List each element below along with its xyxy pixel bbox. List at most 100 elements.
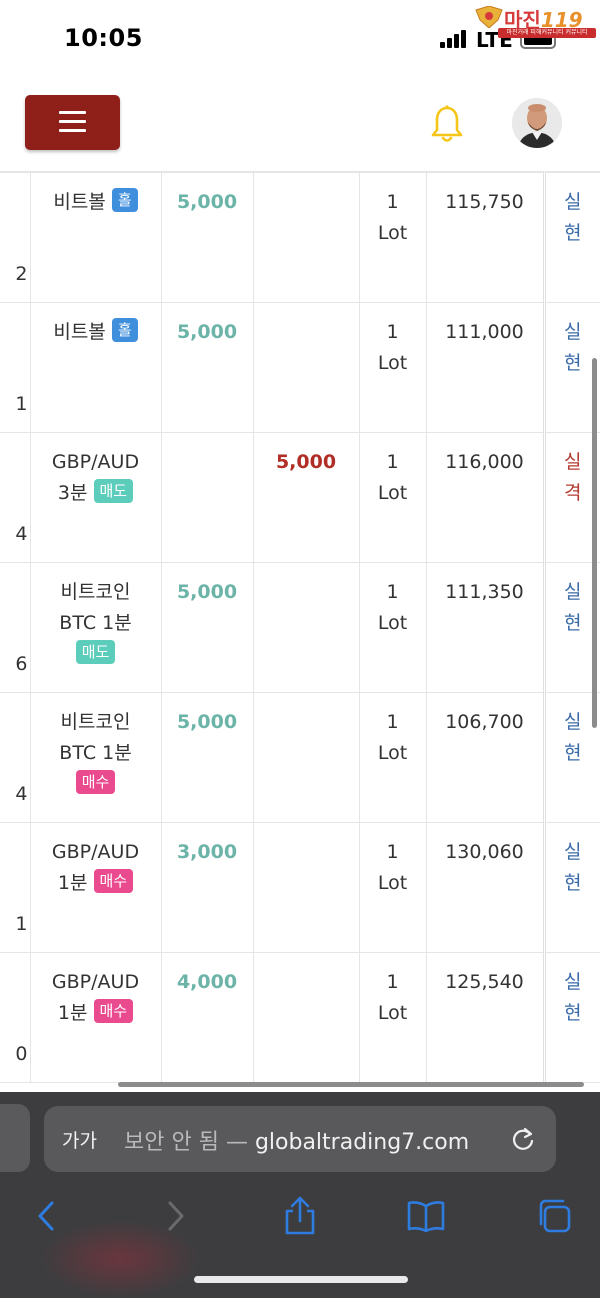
profit-cell: 5,000 <box>160 692 254 823</box>
loss-cell <box>252 952 360 1083</box>
trade-type-badge: 매수 <box>93 999 134 1023</box>
product-cell: GBP/AUD 1분 매수 <box>29 822 162 953</box>
loss-cell <box>252 822 360 953</box>
quantity-unit: Lot <box>377 1002 408 1024</box>
product-name: 비트코인 <box>60 581 131 603</box>
vertical-scrollbar[interactable] <box>592 358 597 728</box>
trade-id-tail: 4 <box>15 523 28 545</box>
trade-id-tail: 1 <box>15 913 28 935</box>
watermark-subtitle: 마진거래 피해커뮤니티 커뮤니티 <box>498 28 596 38</box>
price-cell: 125,540 <box>425 952 546 1083</box>
user-avatar-icon <box>512 98 562 148</box>
profit-amount: 5,000 <box>176 581 238 603</box>
quantity-unit: Lot <box>377 482 408 504</box>
entry-price: 106,700 <box>445 711 524 733</box>
profit-cell: 5,000 <box>160 562 254 693</box>
menu-button[interactable] <box>25 95 120 150</box>
result-status: 실 <box>564 191 582 213</box>
avatar[interactable] <box>512 98 562 148</box>
profit-cell: 4,000 <box>160 952 254 1083</box>
security-label: 보안 안 됨 <box>124 1130 219 1155</box>
product-cell: 비트코인 BTC 1분매도 <box>29 562 162 693</box>
profit-amount: 4,000 <box>176 971 238 993</box>
profit-amount: 3,000 <box>176 841 238 863</box>
quantity-cell: 1 Lot <box>358 952 427 1083</box>
background-blur <box>40 1220 200 1298</box>
horizontal-scrollbar[interactable] <box>118 1082 584 1087</box>
trade-id-cell: 2 <box>0 172 31 303</box>
reload-icon[interactable] <box>510 1126 536 1152</box>
product-duration: BTC 1분 <box>59 742 132 764</box>
product-name: 비트볼 <box>53 321 106 343</box>
result-status-2: 현 <box>564 872 582 894</box>
bell-icon[interactable] <box>430 104 464 144</box>
loss-cell <box>252 692 360 823</box>
hamburger-icon <box>59 111 86 114</box>
loss-cell <box>252 562 360 693</box>
product-name: GBP/AUD <box>51 451 140 473</box>
price-cell: 116,000 <box>425 432 546 563</box>
trade-type-badge: 매도 <box>75 640 116 664</box>
address-bar[interactable]: 가가 보안 안 됨 — globaltrading7.com <box>44 1106 556 1172</box>
product-cell: 비트볼 홀 <box>29 172 162 303</box>
result-cell: 실현 <box>543 172 600 303</box>
home-indicator[interactable] <box>194 1276 408 1283</box>
trade-id-tail: 4 <box>15 783 28 805</box>
quantity-unit: Lot <box>377 742 408 764</box>
product-cell: 비트코인 BTC 1분 매수 <box>29 692 162 823</box>
trade-id-cell: 4 <box>0 432 31 563</box>
table-row: 4 비트코인 BTC 1분 매수 5,000 1 Lot 106,700 실 현 <box>0 692 600 823</box>
hamburger-icon-bar <box>59 120 86 123</box>
trade-id-cell: 0 <box>0 952 31 1083</box>
result-status: 실 <box>564 321 582 343</box>
result-cell: 실현 <box>543 952 600 1083</box>
profit-cell: 5,000 <box>160 172 254 303</box>
trade-id-tail: 0 <box>15 1043 28 1065</box>
table-row: 4 GBP/AUD 3분 매도 5,000 1 Lot 116,000 실 격 <box>0 432 600 563</box>
quantity: 1 <box>386 321 399 343</box>
entry-price: 111,000 <box>445 321 524 343</box>
quantity-cell: 1 Lot <box>358 822 427 953</box>
url-separator: — <box>225 1130 248 1155</box>
product-duration: 1분 <box>57 872 88 894</box>
product-duration: 1분 <box>57 1002 88 1024</box>
tabs-icon[interactable] <box>534 1196 574 1236</box>
watermark-logo: 마진119 마진거래 피해커뮤니티 커뮤니티 <box>474 4 596 38</box>
trade-id-cell: 1 <box>0 822 31 953</box>
quantity-cell: 1 Lot <box>358 432 427 563</box>
quantity-cell: 1 Lot <box>358 692 427 823</box>
trade-type-badge: 매도 <box>93 479 134 503</box>
result-status: 실 <box>564 841 582 863</box>
profit-cell: 3,000 <box>160 822 254 953</box>
trade-type-badge: 홀 <box>111 188 138 212</box>
trade-id-cell: 4 <box>0 692 31 823</box>
quantity-cell: 1 Lot <box>358 172 427 303</box>
table-row: 1 비트볼 홀 5,000 1 Lot 111,000 실 현 <box>0 302 600 433</box>
bookmarks-icon[interactable] <box>406 1196 446 1236</box>
trade-id-cell: 1 <box>0 302 31 433</box>
share-icon[interactable] <box>280 1196 320 1236</box>
product-cell: GBP/AUD 3분 매도 <box>29 432 162 563</box>
previous-tab-preview[interactable] <box>0 1104 30 1172</box>
quantity-unit: Lot <box>377 872 408 894</box>
quantity-unit: Lot <box>377 352 408 374</box>
table-row: 1 GBP/AUD 1분 매수 3,000 1 Lot 130,060 실 현 <box>0 822 600 953</box>
quantity-unit: Lot <box>377 222 408 244</box>
signal-icon <box>440 30 468 48</box>
url-domain: globaltrading7.com <box>254 1130 470 1155</box>
quantity: 1 <box>386 841 399 863</box>
watermark-emblem-icon <box>475 6 503 28</box>
price-cell: 111,350 <box>425 562 546 693</box>
trade-id-cell: 6 <box>0 562 31 693</box>
text-size-button[interactable]: 가가 <box>62 1126 97 1153</box>
site-header <box>0 80 600 172</box>
product-cell: GBP/AUD 1분 매수 <box>29 952 162 1083</box>
trade-type-badge: 매수 <box>75 770 116 794</box>
result-cell: 실현 <box>543 822 600 953</box>
product-duration: BTC 1분 <box>59 612 132 634</box>
url-text[interactable]: 보안 안 됨 — globaltrading7.com <box>124 1124 469 1156</box>
profit-amount: 5,000 <box>176 711 238 733</box>
entry-price: 130,060 <box>445 841 524 863</box>
result-status: 실 <box>564 711 582 733</box>
price-cell: 115,750 <box>425 172 546 303</box>
